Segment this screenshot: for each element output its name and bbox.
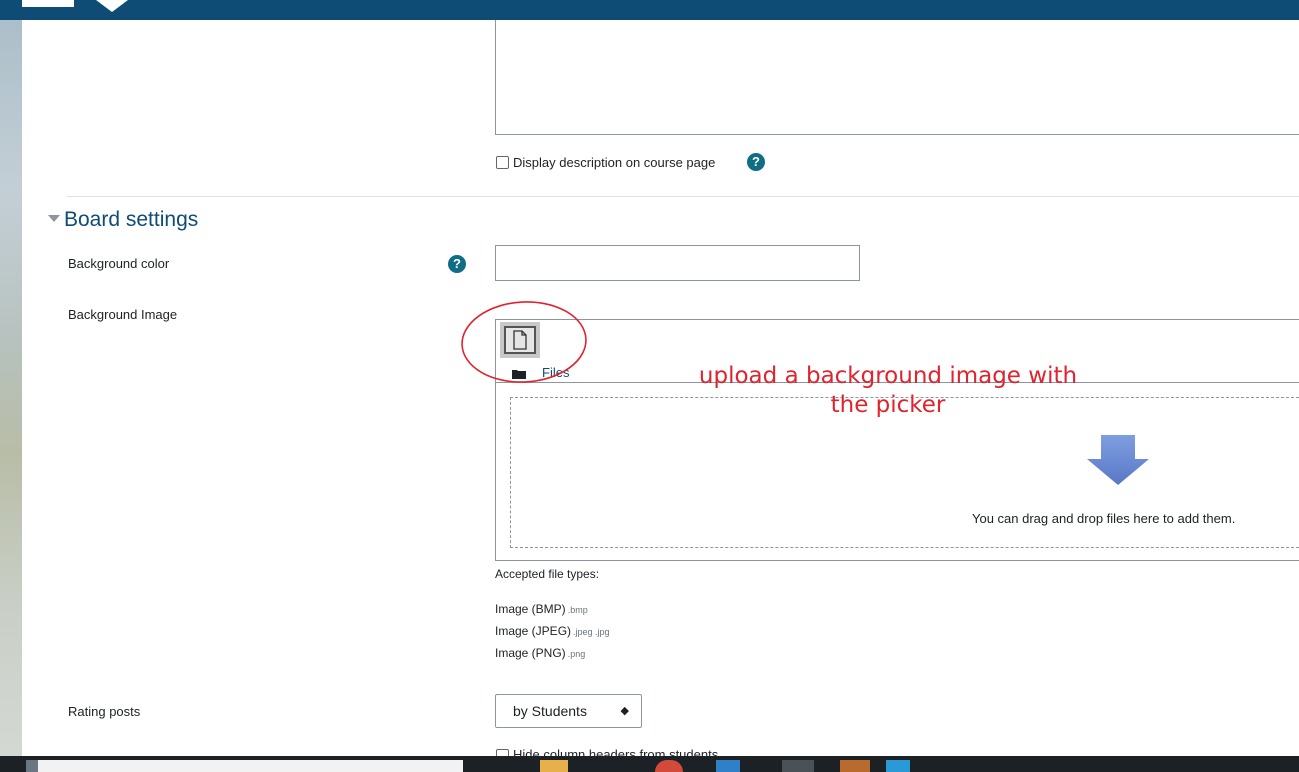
description-editor[interactable] [495, 20, 1299, 135]
drop-hint-text: You can drag and drop files here to add … [972, 511, 1236, 526]
taskbar-app-active[interactable] [782, 760, 814, 772]
background-photo-strip [0, 0, 22, 756]
annotation-line-2: the picker [830, 392, 946, 418]
file-type-ext: .jpeg .jpg [573, 627, 610, 637]
annotation-line-1: upload a background image with [698, 363, 1078, 389]
top-navbar [0, 0, 1299, 20]
board-settings-header[interactable]: Board settings [48, 208, 198, 232]
help-icon[interactable]: ? [448, 255, 466, 273]
background-color-label: Background color [68, 256, 170, 271]
section-divider [67, 196, 1299, 197]
taskbar-app-orange[interactable] [840, 760, 870, 772]
navbar-notch [96, 0, 128, 12]
rating-posts-label: Rating posts [68, 704, 141, 719]
help-icon[interactable]: ? [747, 153, 765, 171]
rating-posts-select[interactable]: by Students ◆ [495, 694, 642, 728]
file-type-name: Image (JPEG) [495, 624, 572, 638]
taskbar-app-explorer[interactable] [540, 760, 568, 772]
file-type-item: Image (JPEG) .jpeg .jpg [495, 624, 610, 638]
select-caret-icon: ◆ [620, 705, 629, 717]
drop-arrow-icon [1087, 435, 1149, 485]
file-type-name: Image (PNG) [495, 646, 566, 660]
navbar-tab[interactable] [22, 0, 74, 7]
file-type-ext: .png [567, 649, 586, 659]
background-image-label: Background Image [68, 307, 178, 322]
hide-headers-label: Hide column headers from students [513, 747, 719, 756]
background-color-input[interactable] [495, 245, 860, 281]
file-type-ext: .bmp [567, 605, 588, 615]
taskbar-search-box[interactable] [38, 760, 463, 772]
taskbar-app-cyan[interactable] [886, 760, 910, 772]
annotation-text: upload a background image with the picke… [668, 362, 1108, 420]
collapse-triangle-icon [48, 214, 60, 222]
display-description-checkbox[interactable] [496, 156, 509, 169]
file-type-item: Image (BMP) .bmp [495, 602, 588, 616]
annotation-circle [461, 301, 587, 383]
taskbar-app-blue[interactable] [716, 760, 740, 772]
section-title: Board settings [64, 208, 199, 231]
rating-posts-value: by Students [513, 703, 587, 719]
accepted-types-label: Accepted file types: [495, 567, 600, 581]
file-type-item: Image (PNG) .png [495, 646, 585, 660]
file-type-name: Image (BMP) [495, 602, 566, 616]
display-description-label: Display description on course page [513, 155, 716, 170]
